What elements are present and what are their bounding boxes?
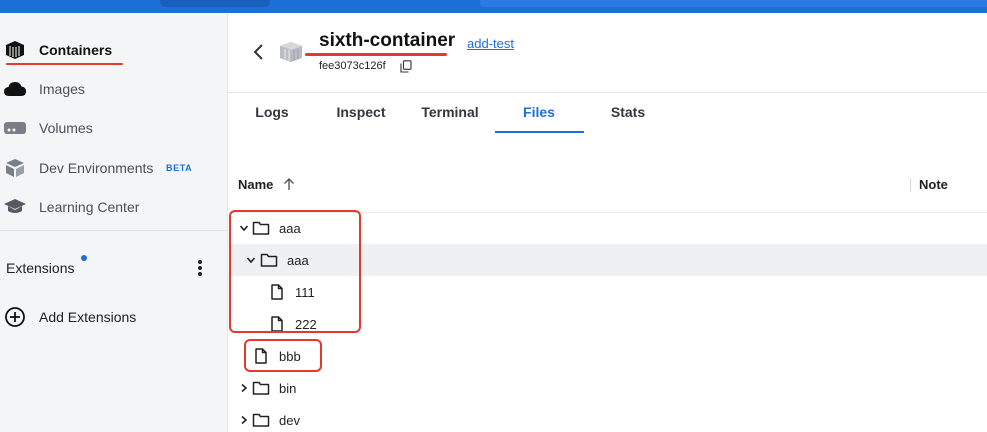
plus-circle-icon [3, 305, 27, 329]
column-header-note[interactable]: Note [919, 177, 948, 192]
folder-icon [252, 221, 270, 235]
sidebar-item-label: Containers [39, 42, 113, 58]
tab-files[interactable]: Files [515, 104, 563, 134]
active-tab-indicator [495, 131, 584, 133]
sidebar-item-label: Learning Center [39, 199, 140, 215]
top-bar [0, 0, 987, 13]
graduation-cap-icon [3, 195, 27, 219]
file-name: bbb [279, 349, 301, 364]
sidebar-item-label: Dev Environments [39, 160, 154, 176]
file-icon [255, 348, 267, 364]
sidebar-item-label: Images [39, 81, 85, 97]
copy-icon[interactable] [400, 60, 412, 73]
chevron-right-icon[interactable] [238, 382, 250, 394]
table-row[interactable]: bbb [229, 340, 987, 372]
chevron-down-icon[interactable] [245, 254, 257, 266]
file-name: bin [279, 381, 297, 396]
file-name: 111 [295, 285, 315, 300]
top-bar-pill[interactable] [160, 0, 270, 7]
annotation-underline [305, 53, 447, 56]
sidebar-item-images[interactable]: Images [0, 69, 228, 109]
container-name: sixth-container [319, 30, 456, 51]
file-name: aaa [279, 221, 301, 236]
sidebar-item-volumes[interactable]: Volumes [0, 108, 228, 148]
add-extensions-button[interactable]: Add Extensions [0, 297, 228, 337]
sidebar: Containers Images Volumes Dev Environmen… [0, 13, 228, 432]
file-name: 222 [295, 317, 317, 332]
tab-terminal[interactable]: Terminal [418, 104, 482, 134]
extensions-notification-dot [81, 255, 87, 261]
table-row[interactable]: aaa [229, 244, 987, 276]
annotation-underline [6, 63, 123, 65]
add-extensions-label: Add Extensions [39, 309, 137, 325]
file-icon [271, 316, 283, 332]
extensions-heading: Extensions [6, 260, 75, 276]
sidebar-item-label: Volumes [39, 120, 93, 136]
image-link[interactable]: add-test [467, 36, 514, 51]
column-separator [910, 178, 911, 192]
beta-badge: BETA [166, 163, 193, 173]
folder-icon [252, 413, 270, 427]
table-row[interactable]: bin [229, 372, 987, 404]
back-button[interactable] [248, 40, 268, 64]
tab-stats[interactable]: Stats [604, 104, 652, 134]
table-row[interactable]: 111 [229, 276, 987, 308]
dev-env-icon [3, 156, 27, 180]
tab-logs[interactable]: Logs [248, 104, 296, 134]
extensions-more-icon[interactable] [192, 258, 208, 278]
chevron-left-icon [253, 44, 263, 60]
table-row[interactable]: dev [229, 404, 987, 432]
top-bar-search[interactable] [480, 0, 987, 7]
cloud-icon [3, 77, 27, 101]
table-row[interactable]: 222 [229, 308, 987, 340]
volume-icon [3, 116, 27, 140]
tab-inspect[interactable]: Inspect [331, 104, 391, 134]
chevron-right-icon[interactable] [238, 414, 250, 426]
sidebar-divider [0, 230, 228, 231]
file-icon [271, 284, 283, 300]
column-header-name[interactable]: Name [238, 177, 273, 192]
table-row[interactable]: aaa [229, 212, 987, 244]
folder-icon [260, 253, 278, 267]
sort-ascending-icon[interactable] [282, 176, 296, 192]
header-divider [229, 92, 987, 93]
folder-icon [252, 381, 270, 395]
chevron-down-icon[interactable] [238, 222, 250, 234]
sidebar-item-dev-environments[interactable]: Dev Environments BETA [0, 148, 228, 188]
container-id: fee3073c126f [319, 60, 386, 72]
file-name: aaa [287, 253, 309, 268]
file-name: dev [279, 413, 300, 428]
sidebar-item-learning-center[interactable]: Learning Center [0, 187, 228, 227]
container-status-icon [278, 40, 304, 64]
container-icon [3, 38, 27, 62]
